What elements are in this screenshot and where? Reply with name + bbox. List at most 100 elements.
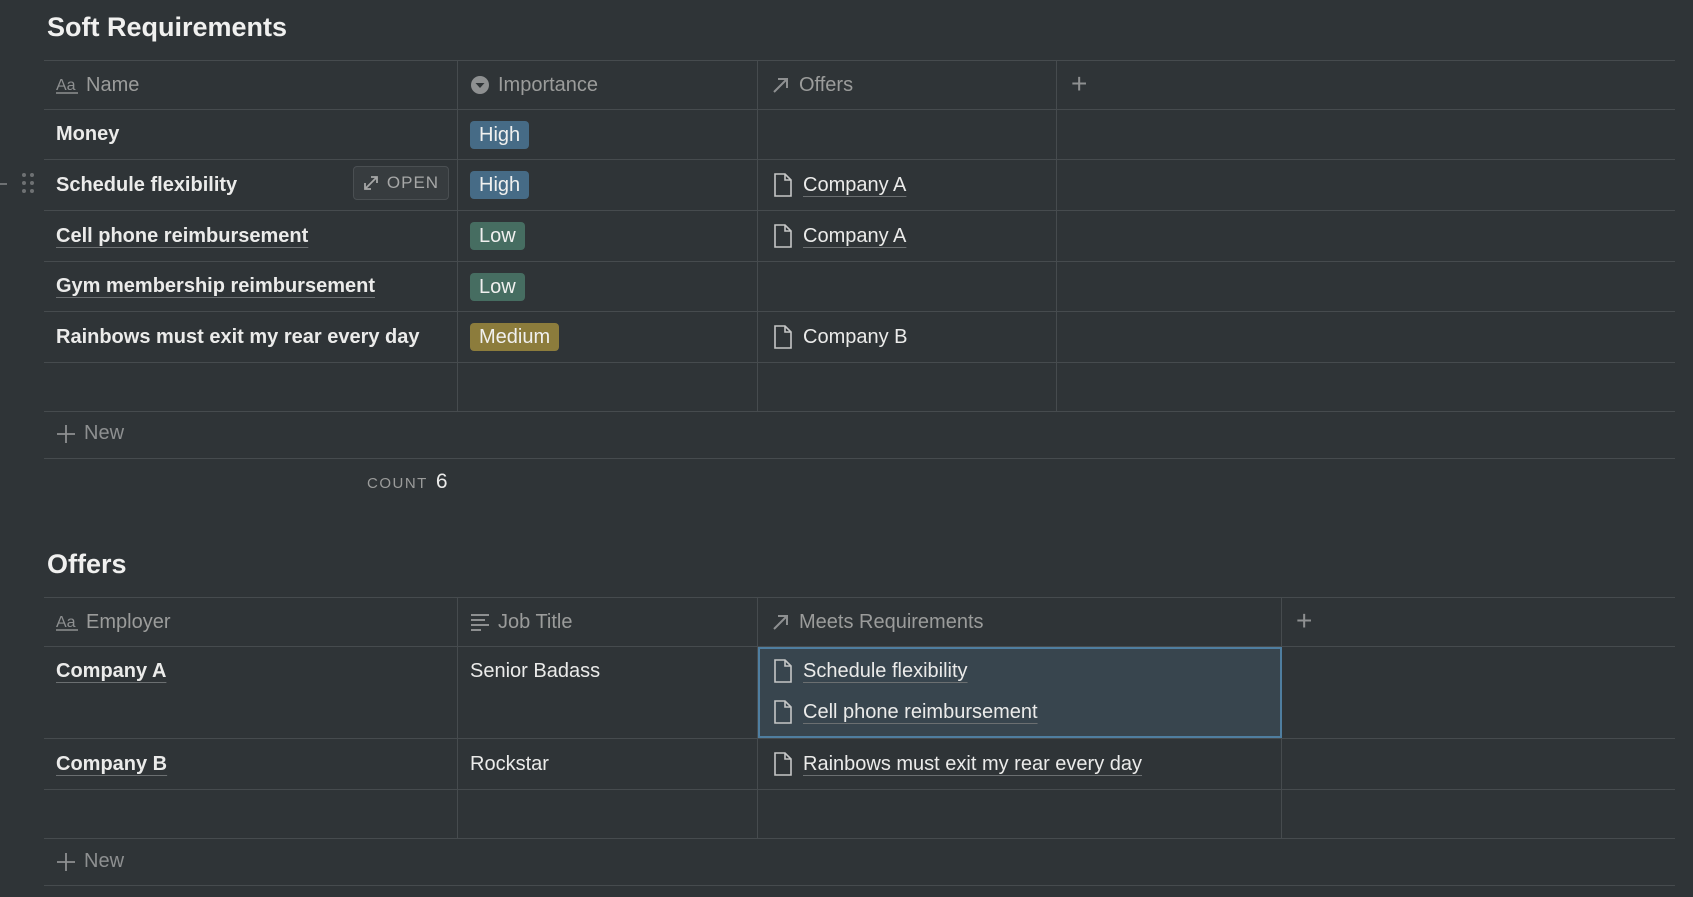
column-header-label: Meets Requirements xyxy=(799,610,984,633)
column-header-name[interactable]: Aa Name xyxy=(56,61,139,109)
job-title-text: Rockstar xyxy=(470,752,549,775)
open-button[interactable]: OPEN xyxy=(353,166,449,200)
table-row-employer[interactable]: Company B xyxy=(56,739,167,789)
text-lines-icon xyxy=(471,614,489,631)
row-marker xyxy=(0,183,7,185)
select-circle-icon xyxy=(471,76,489,94)
page-icon xyxy=(774,224,792,248)
divider xyxy=(44,885,1675,886)
svg-text:Aa: Aa xyxy=(56,77,76,94)
column-divider xyxy=(1056,60,1057,411)
open-button-label: OPEN xyxy=(386,173,440,192)
column-divider xyxy=(457,60,458,411)
employer-text: Company B xyxy=(56,752,168,775)
relation-arrow-icon xyxy=(773,78,788,93)
importance-tag: High xyxy=(470,171,530,199)
offers-cell[interactable]: Company B xyxy=(773,312,908,362)
importance-cell[interactable]: Low xyxy=(470,211,525,261)
count-label: COUNT xyxy=(367,475,428,492)
column-header-label: Employer xyxy=(86,610,171,633)
table-row-name[interactable]: Rainbows must exit my rear every day xyxy=(56,312,420,362)
offers-cell[interactable]: Company A xyxy=(773,211,906,261)
divider xyxy=(44,411,1675,412)
page-icon xyxy=(774,752,792,776)
count-value: 6 xyxy=(435,470,448,493)
row-name-text: Schedule flexibility xyxy=(56,173,238,196)
relation-link[interactable]: Rainbows must exit my rear every day xyxy=(773,752,1142,776)
page-icon xyxy=(774,659,792,683)
page-icon xyxy=(774,325,792,349)
new-row-button[interactable]: New xyxy=(56,850,124,873)
row-name-text: Gym membership reimbursement xyxy=(56,275,375,297)
relation-link[interactable]: Company A xyxy=(773,173,906,197)
column-header-meets-requirements[interactable]: Meets Requirements xyxy=(771,598,984,646)
new-plus-icon xyxy=(57,852,75,871)
meets-requirements-cell[interactable]: Cell phone reimbursement xyxy=(773,697,1038,727)
importance-cell[interactable]: Medium xyxy=(470,312,560,362)
table-row-name[interactable]: Cell phone reimbursement xyxy=(56,211,308,261)
relation-link[interactable]: Company A xyxy=(773,224,906,248)
divider xyxy=(44,109,1675,110)
relation-text: Company A xyxy=(803,173,907,196)
column-divider xyxy=(457,597,458,838)
add-column-icon[interactable]: + xyxy=(1071,70,1087,98)
column-header-label: Name xyxy=(86,73,140,96)
svg-text:Aa: Aa xyxy=(56,614,76,631)
relation-link[interactable]: Schedule flexibility xyxy=(773,659,968,683)
column-header-label: Importance xyxy=(498,73,599,96)
soft-requirements-title: Soft Requirements xyxy=(47,12,288,42)
job-title-cell[interactable]: Senior Badass xyxy=(470,656,600,686)
job-title-cell[interactable]: Rockstar xyxy=(470,739,549,789)
relation-text: Cell phone reimbursement xyxy=(803,700,1038,723)
row-name-text: Cell phone reimbursement xyxy=(56,224,309,247)
job-title-text: Senior Badass xyxy=(470,659,601,682)
column-header-employer[interactable]: Aa Employer xyxy=(56,598,170,646)
column-header-label: Job Title xyxy=(498,610,573,633)
meets-requirements-cell[interactable]: Schedule flexibility xyxy=(773,656,968,686)
offers-title: Offers xyxy=(47,549,127,579)
divider xyxy=(44,60,1675,61)
new-row-button[interactable]: New xyxy=(56,422,124,445)
count-summary[interactable]: COUNT 6 xyxy=(367,470,448,494)
column-header-label: Offers xyxy=(799,73,854,96)
importance-cell[interactable]: High xyxy=(470,160,530,210)
table-row-employer[interactable]: Company A xyxy=(56,656,166,686)
relation-text: Schedule flexibility xyxy=(803,659,968,682)
divider xyxy=(44,458,1675,459)
importance-tag: Low xyxy=(470,222,525,250)
open-expand-icon xyxy=(364,176,378,190)
divider xyxy=(44,789,1675,790)
row-name-text: Money xyxy=(56,123,120,145)
importance-tag: High xyxy=(470,120,530,149)
relation-text: Company B xyxy=(803,325,908,348)
relation-link[interactable]: Cell phone reimbursement xyxy=(773,700,1038,724)
offers-cell[interactable]: Company A xyxy=(773,160,906,210)
row-name-text: Rainbows must exit my rear every day xyxy=(56,325,420,348)
relation-arrow-icon xyxy=(773,615,788,630)
add-column-icon[interactable]: + xyxy=(1296,607,1312,635)
divider xyxy=(44,838,1675,839)
table-row-name[interactable]: Money xyxy=(56,110,119,159)
new-plus-icon xyxy=(57,424,75,443)
column-divider xyxy=(757,60,758,411)
relation-text: Company A xyxy=(803,224,907,247)
importance-cell[interactable]: Low xyxy=(470,262,525,311)
importance-tag: Low xyxy=(470,272,525,301)
drag-handle-icon[interactable] xyxy=(21,172,35,199)
relation-link[interactable]: Company B xyxy=(773,325,908,349)
table-row-name[interactable]: Schedule flexibility xyxy=(56,160,237,210)
new-row-label: New xyxy=(84,850,125,872)
meets-requirements-cell[interactable]: Rainbows must exit my rear every day xyxy=(773,739,1142,789)
column-header-job-title[interactable]: Job Title xyxy=(470,598,572,646)
importance-cell[interactable]: High xyxy=(470,110,530,159)
relation-text: Rainbows must exit my rear every day xyxy=(803,752,1143,775)
text-aa-icon: Aa xyxy=(56,77,78,94)
page-icon xyxy=(774,700,792,724)
table-row-name[interactable]: Gym membership reimbursement xyxy=(56,262,375,311)
text-aa-icon: Aa xyxy=(56,614,78,631)
employer-text: Company A xyxy=(56,659,167,682)
column-header-importance[interactable]: Importance xyxy=(470,61,598,109)
importance-tag: Medium xyxy=(470,323,560,351)
column-header-offers[interactable]: Offers xyxy=(771,61,853,109)
divider xyxy=(44,362,1675,363)
